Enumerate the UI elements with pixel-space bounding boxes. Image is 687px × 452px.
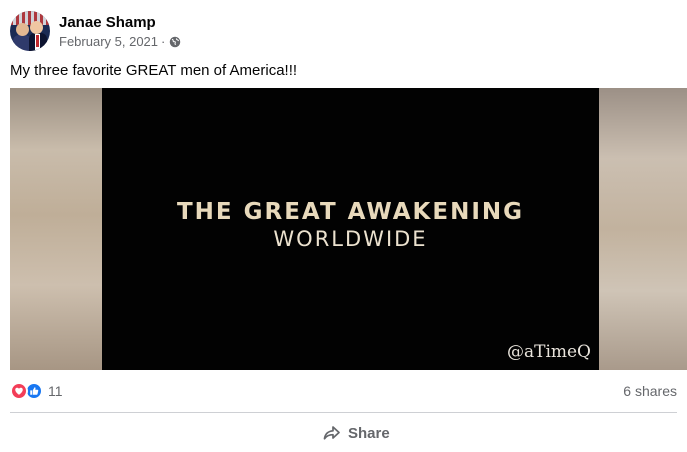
date-separator: · <box>161 33 166 49</box>
share-arrow-icon <box>323 426 340 440</box>
avatar-person-right-head <box>30 21 43 34</box>
post-date-row: February 5, 2021 · <box>59 34 181 50</box>
post-meta: Janae Shamp February 5, 2021 · <box>59 13 181 50</box>
reactions-row: 11 6 shares <box>10 380 677 402</box>
video-title: THE GREAT AWAKENING <box>176 198 525 225</box>
reaction-count[interactable]: 11 <box>48 383 63 399</box>
share-button[interactable]: Share <box>312 419 400 447</box>
avatar-person-left-head <box>16 23 29 36</box>
love-icon <box>10 382 28 400</box>
avatar-flag-background <box>10 11 50 25</box>
avatar-tie <box>36 35 39 47</box>
share-label: Share <box>348 424 390 442</box>
video-watermark: @aTimeQ <box>506 342 591 362</box>
video-blur-left <box>10 88 102 370</box>
globe-icon[interactable] <box>169 36 181 48</box>
video-player[interactable]: THE GREAT AWAKENING WORLDWIDE @aTimeQ <box>10 88 687 370</box>
video-blur-right <box>599 88 687 370</box>
reaction-summary[interactable] <box>10 382 43 400</box>
post-date[interactable]: February 5, 2021 <box>59 34 158 50</box>
post-caption: My three favorite GREAT men of America!!… <box>10 62 298 79</box>
post-header: Janae Shamp February 5, 2021 · <box>10 10 181 52</box>
video-frame[interactable]: THE GREAT AWAKENING WORLDWIDE @aTimeQ <box>102 88 599 370</box>
author-name[interactable]: Janae Shamp <box>59 13 181 32</box>
author-avatar[interactable] <box>10 11 50 51</box>
video-subtitle: WORLDWIDE <box>273 226 428 251</box>
shares-count[interactable]: 6 shares <box>623 383 677 399</box>
actions-divider <box>10 412 677 413</box>
